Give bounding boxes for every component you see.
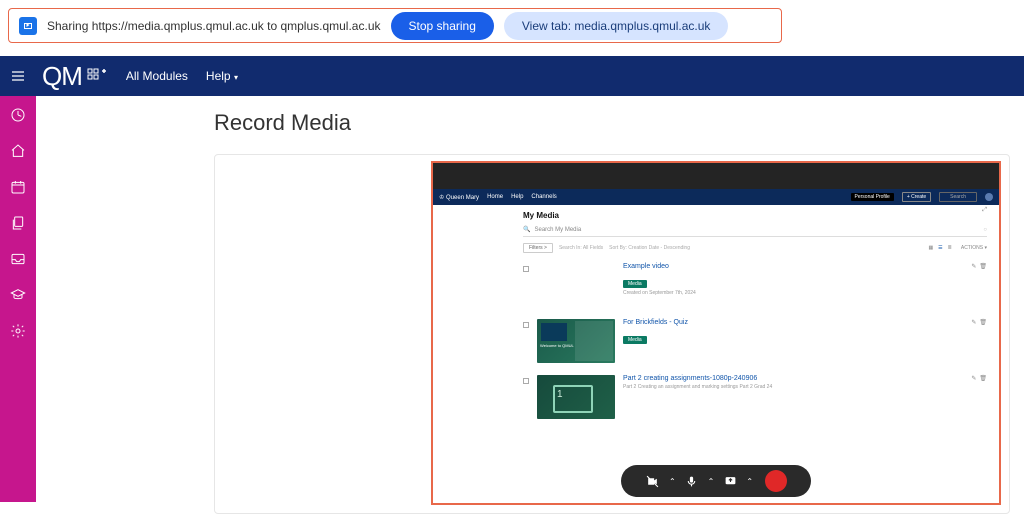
- graduation-icon[interactable]: [9, 286, 27, 304]
- dashboard-icon[interactable]: [9, 106, 27, 124]
- left-rail: [0, 96, 36, 502]
- row-actions: ✎🗑: [971, 319, 987, 326]
- chevron-down-icon: ▾: [234, 73, 238, 82]
- camera-off-icon[interactable]: [645, 473, 661, 489]
- list-view-icon[interactable]: ☰: [938, 245, 942, 251]
- edit-icon[interactable]: ✎: [971, 263, 976, 270]
- logo-plus-icon: [86, 67, 108, 85]
- recording-controls: ⌃ ⌃ ⌃: [621, 465, 811, 497]
- preview-search-input[interactable]: Search: [939, 192, 977, 202]
- row-actions: ✎🗑: [971, 375, 987, 382]
- sharing-status-text: Sharing https://media.qmplus.qmul.ac.uk …: [47, 19, 381, 33]
- screen-share-icon[interactable]: [722, 473, 738, 489]
- edit-icon[interactable]: ✎: [971, 375, 976, 382]
- preview-nav-channels[interactable]: Channels: [531, 194, 556, 200]
- logo-text: QM: [42, 61, 82, 92]
- personal-profile-button[interactable]: Personal Profile: [851, 193, 894, 201]
- delete-icon[interactable]: 🗑: [979, 375, 987, 382]
- stop-sharing-button[interactable]: Stop sharing: [391, 12, 494, 40]
- preview-app-bar: ♔ Queen Mary Home Help Channels Personal…: [433, 189, 999, 205]
- media-title[interactable]: Part 2 creating assignments-1080p-240906: [623, 375, 963, 382]
- delete-icon[interactable]: 🗑: [979, 319, 987, 326]
- my-media-search[interactable]: 🔍 Search My Media ○: [523, 226, 987, 237]
- search-in-label[interactable]: Search In: All Fields: [559, 245, 603, 251]
- media-title[interactable]: Example video: [623, 263, 963, 270]
- screen-sharing-bar: Sharing https://media.qmplus.qmul.ac.uk …: [8, 8, 782, 43]
- media-row: Welcome to QMUL For Brickfields - Quiz M…: [523, 319, 987, 365]
- thumb-caption: Welcome to QMUL: [540, 343, 574, 348]
- preview-brand-label: Queen Mary: [446, 195, 479, 201]
- grid-view-icon[interactable]: ▦: [928, 245, 933, 251]
- media-row: Example video Media Created on September…: [523, 263, 987, 309]
- media-tag: Media: [623, 336, 647, 344]
- preview-body: ⤢ My Media 🔍 Search My Media ○ Filters >…: [433, 205, 999, 503]
- screen-preview: ♔ Queen Mary Home Help Channels Personal…: [431, 161, 1001, 505]
- checkbox[interactable]: [523, 378, 529, 384]
- gear-icon[interactable]: [9, 322, 27, 340]
- preview-window-chrome: [433, 163, 999, 189]
- microphone-icon[interactable]: [684, 473, 700, 489]
- record-media-card: ♔ Queen Mary Home Help Channels Personal…: [214, 154, 1010, 514]
- inbox-icon[interactable]: [9, 250, 27, 268]
- share-icon: [19, 17, 37, 35]
- my-media-heading: My Media: [523, 211, 987, 220]
- view-tab-button[interactable]: View tab: media.qmplus.qmul.ac.uk: [504, 12, 729, 40]
- nav-help-label: Help: [206, 69, 231, 83]
- media-thumbnail[interactable]: Welcome to QMUL: [537, 319, 615, 363]
- preview-nav-home[interactable]: Home: [487, 194, 503, 200]
- preview-nav-help[interactable]: Help: [511, 194, 523, 200]
- calendar-icon[interactable]: [9, 178, 27, 196]
- row-actions: ✎🗑: [971, 263, 987, 270]
- camera-options-caret[interactable]: ⌃: [669, 477, 676, 486]
- filters-button[interactable]: Filters >: [523, 243, 553, 253]
- media-date: Created on September 7th, 2024: [623, 290, 963, 296]
- delete-icon[interactable]: 🗑: [979, 263, 987, 270]
- media-row: Part 2 creating assignments-1080p-240906…: [523, 375, 987, 421]
- nav-help[interactable]: Help ▾: [206, 69, 238, 83]
- record-button[interactable]: [765, 470, 787, 492]
- checkbox[interactable]: [523, 322, 529, 328]
- actions-dropdown[interactable]: ACTIONS ▾: [961, 245, 987, 251]
- main-content: Record Media ♔ Queen Mary Home Help Chan…: [36, 96, 1024, 502]
- media-title[interactable]: For Brickfields - Quiz: [623, 319, 963, 326]
- actions-label: ACTIONS: [961, 245, 983, 251]
- media-tag: Media: [623, 280, 647, 288]
- screen-options-caret[interactable]: ⌃: [746, 477, 753, 486]
- filter-row: Filters > Search In: All Fields Sort By:…: [523, 243, 987, 253]
- avatar[interactable]: [985, 193, 993, 201]
- copy-icon[interactable]: [9, 214, 27, 232]
- media-thumbnail[interactable]: [537, 375, 615, 419]
- preview-brand: ♔ Queen Mary: [439, 194, 479, 201]
- search-icon: 🔍: [523, 226, 530, 233]
- collapse-icon[interactable]: ⤢: [982, 207, 987, 214]
- view-toggles: ▦ ☰ ≣ ACTIONS ▾: [928, 245, 987, 251]
- nav-all-modules[interactable]: All Modules: [126, 69, 188, 83]
- media-subtitle: Part 2 Creating an assignment and markin…: [623, 384, 963, 390]
- search-placeholder: Search My Media: [534, 227, 581, 233]
- hamburger-menu-button[interactable]: [0, 56, 36, 96]
- create-button[interactable]: + Create: [902, 192, 931, 202]
- filters-label: Filters: [529, 245, 543, 251]
- compact-view-icon[interactable]: ≣: [948, 245, 952, 251]
- mic-options-caret[interactable]: ⌃: [708, 477, 715, 486]
- sort-by-label[interactable]: Sort By: Creation Date - Descending: [609, 245, 690, 251]
- qmplus-logo[interactable]: QM: [42, 61, 108, 92]
- home-icon[interactable]: [9, 142, 27, 160]
- page-title: Record Media: [214, 110, 1024, 136]
- clear-icon[interactable]: ○: [983, 227, 987, 233]
- checkbox[interactable]: [523, 266, 529, 272]
- app-bar: QM All Modules Help ▾: [0, 56, 1024, 96]
- edit-icon[interactable]: ✎: [971, 319, 976, 326]
